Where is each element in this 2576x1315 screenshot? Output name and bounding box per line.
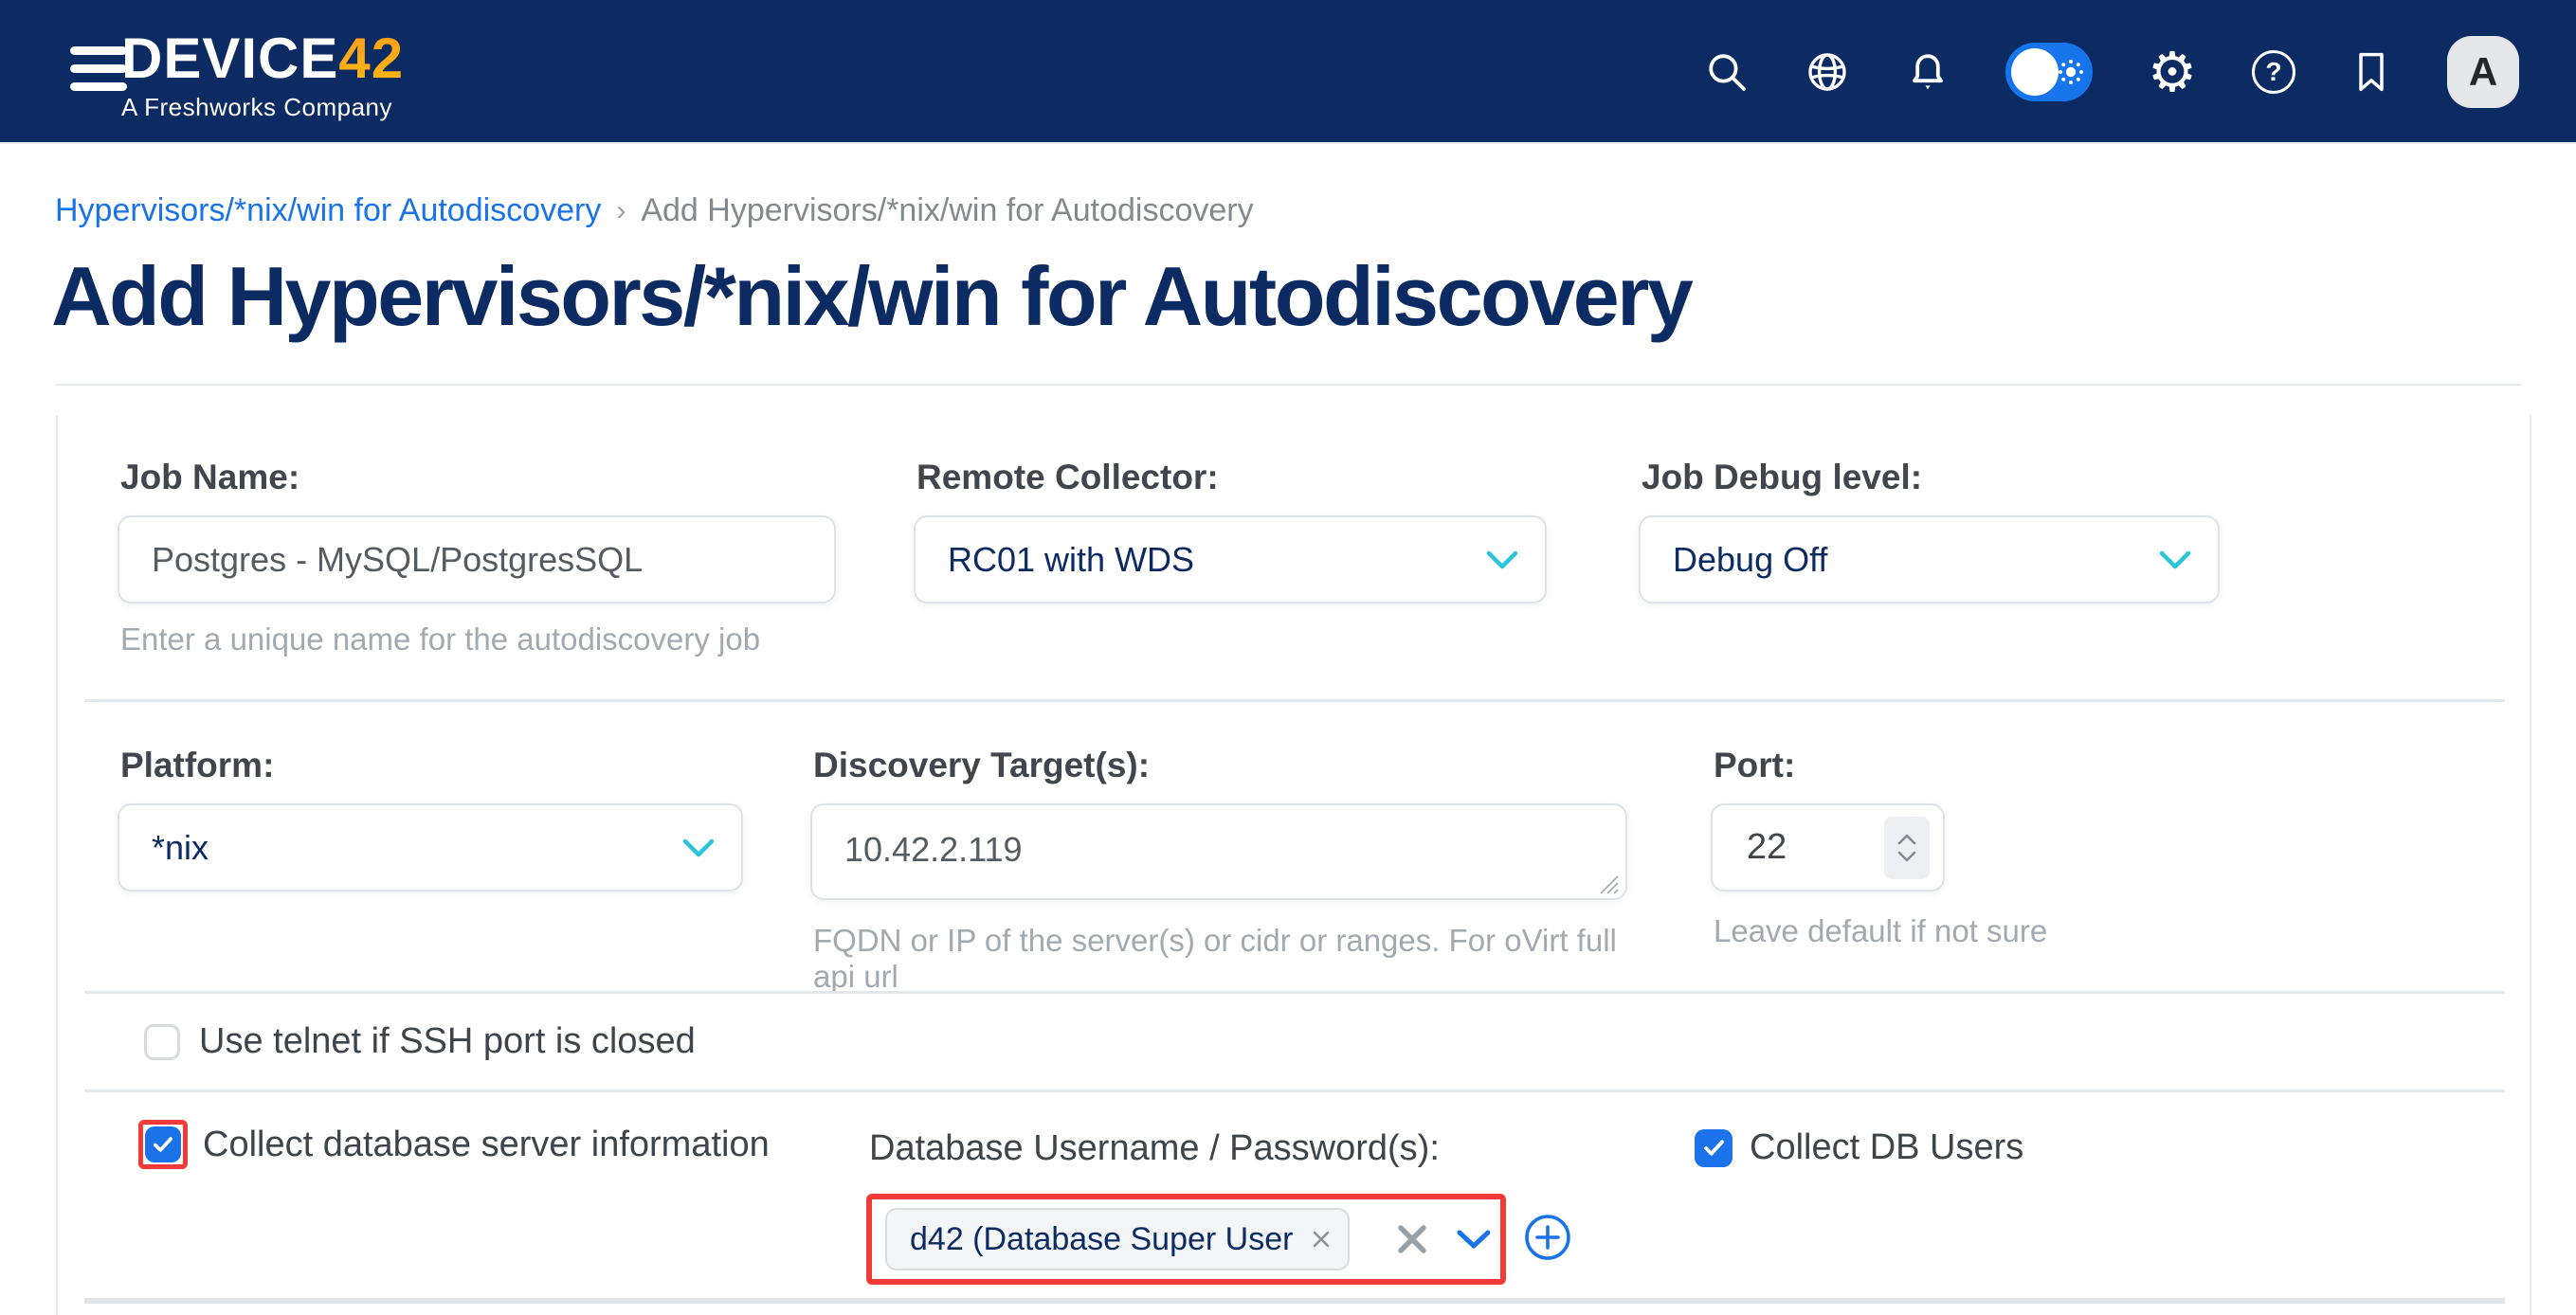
section-divider [84,699,2505,702]
collect-db-row: Collect database server information [138,1120,770,1169]
breadcrumb-separator: › [616,195,626,227]
job-name-label: Job Name: [118,457,836,498]
credential-chip[interactable]: d42 (Database Super User P... [885,1208,1350,1270]
stepper-down-icon [1897,851,1916,862]
form-panel: Job Name: Enter a unique name for the au… [56,415,2531,1315]
section-divider [84,991,2505,994]
device42-logo[interactable]: DEVICE42 A Freshworks Company [121,30,404,122]
logo-text: DEVICE [121,27,338,90]
field-remote-collector: Remote Collector: RC01 with WDS [914,457,1547,603]
platform-label: Platform: [118,745,743,786]
top-navbar: DEVICE42 A Freshworks Company [0,0,2576,144]
field-db-credentials: Database Username / Password(s): d42 (Da… [866,1127,1549,1285]
gear-icon[interactable]: ⚙ [2148,45,2197,99]
collect-db-users-label: Collect DB Users [1750,1127,2023,1168]
bell-icon[interactable] [1905,49,1950,95]
remote-collector-label: Remote Collector: [914,457,1547,498]
db-credentials-label: Database Username / Password(s): [866,1127,1549,1169]
add-credential-icon[interactable] [1523,1213,1572,1262]
platform-select[interactable]: *nix [118,803,743,892]
platform-value: *nix [152,828,209,868]
resize-grip-icon[interactable] [1595,871,1620,895]
breadcrumb-current: Add Hypervisors/*nix/win for Autodiscove… [641,192,1253,229]
section-divider [84,1090,2505,1092]
use-telnet-row: Use telnet if SSH port is closed [144,1021,696,1062]
collect-db-checkbox[interactable] [145,1126,181,1162]
annotation-red-box [138,1120,188,1169]
breadcrumb-parent-link[interactable]: Hypervisors/*nix/win for Autodiscovery [55,192,601,229]
discovery-targets-label: Discovery Target(s): [810,745,1627,786]
section-divider [84,1298,2505,1304]
use-telnet-checkbox[interactable] [144,1024,180,1060]
logo-42: 42 [338,27,404,90]
port-label: Port: [1711,745,1945,786]
device42-app: DEVICE42 A Freshworks Company [0,0,2576,1315]
navbar-actions: ⚙ ? A [1704,0,2519,144]
sun-icon [2057,58,2085,86]
collect-db-label: Collect database server information [203,1125,770,1165]
job-name-helper: Enter a unique name for the autodiscover… [118,621,836,658]
menu-icon[interactable] [70,46,129,99]
help-glyph: ? [2265,59,2281,85]
collect-db-users-checkbox[interactable] [1695,1129,1732,1167]
globe-icon[interactable] [1805,49,1850,95]
port-helper: Leave default if not sure [1711,913,1945,949]
stepper-up-icon [1897,834,1916,845]
logo-subtitle: A Freshworks Company [121,93,404,122]
chevron-down-icon [682,838,715,858]
chip-remove-icon[interactable] [1304,1228,1333,1251]
clear-selection-icon[interactable] [1395,1222,1429,1256]
avatar[interactable]: A [2447,36,2519,108]
logo-wordmark: DEVICE42 [121,30,404,87]
job-debug-label: Job Debug level: [1639,457,2220,498]
port-stepper[interactable] [1884,817,1930,879]
checkmark-icon [1701,1135,1727,1161]
search-icon[interactable] [1704,49,1750,95]
field-discovery-targets: Discovery Target(s): 10.42.2.119 FQDN or… [810,745,1627,995]
field-job-name: Job Name: Enter a unique name for the au… [118,457,836,658]
collect-db-users-row: Collect DB Users [1695,1127,2023,1168]
job-name-input[interactable] [118,515,836,603]
remote-collector-value: RC01 with WDS [948,540,1194,580]
discovery-targets-helper: FQDN or IP of the server(s) or cidr or r… [810,923,1627,995]
credential-chip-text: d42 (Database Super User P... [910,1221,1304,1258]
breadcrumb: Hypervisors/*nix/win for Autodiscovery ›… [55,192,1254,229]
title-divider [55,384,2521,386]
discovery-targets-textarea[interactable]: 10.42.2.119 [810,803,1627,900]
remote-collector-select[interactable]: RC01 with WDS [914,515,1547,603]
chevron-down-icon [2159,549,2191,570]
field-job-debug: Job Debug level: Debug Off [1639,457,2220,603]
page-title: Add Hypervisors/*nix/win for Autodiscove… [51,248,1691,345]
annotation-red-box: d42 (Database Super User P... [866,1194,1506,1285]
field-port: Port: Leave default if not sure [1711,745,1945,949]
job-debug-value: Debug Off [1673,540,1827,580]
field-platform: Platform: *nix [118,745,743,892]
use-telnet-label: Use telnet if SSH port is closed [199,1021,696,1062]
avatar-initial: A [2469,49,2497,95]
help-icon[interactable]: ? [2252,50,2295,94]
toggle-knob [2011,48,2059,96]
chevron-down-icon[interactable] [1456,1228,1492,1251]
checkmark-icon [151,1132,175,1157]
theme-toggle[interactable] [2005,43,2093,101]
job-debug-select[interactable]: Debug Off [1639,515,2220,603]
bookmark-icon[interactable] [2350,49,2392,95]
chevron-down-icon [1486,549,1518,570]
